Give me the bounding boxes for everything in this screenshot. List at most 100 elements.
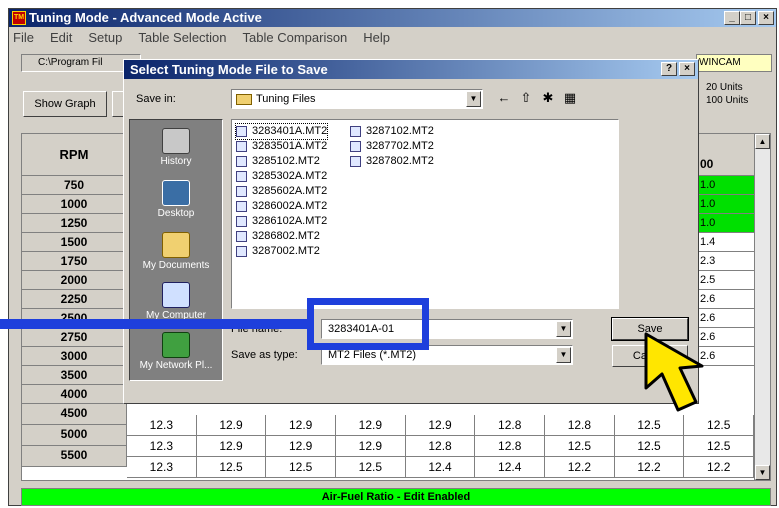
documents-folder-icon <box>162 232 190 258</box>
place-history[interactable]: History <box>130 128 222 167</box>
table-cell[interactable]: 12.9 <box>336 415 406 435</box>
file-icon <box>350 156 361 167</box>
table-cell[interactable]: 12.3 <box>127 436 197 456</box>
rpm-header: RPM <box>22 134 127 176</box>
view-menu-icon[interactable]: ▦ <box>562 90 578 106</box>
table-cell[interactable]: 1.4 <box>696 233 754 252</box>
file-item[interactable]: 3283401A.MT2 <box>234 123 329 140</box>
table-cell[interactable]: 2.5 <box>696 271 754 290</box>
table-cell[interactable]: 1.0 <box>696 195 754 214</box>
place-my-computer[interactable]: My Computer <box>130 282 222 321</box>
table-cell[interactable]: 2.6 <box>696 290 754 309</box>
rpm-cell: 2250 <box>22 290 127 309</box>
file-icon <box>236 201 247 212</box>
rpm-cell: 3500 <box>22 366 127 385</box>
table-cell[interactable]: 12.5 <box>545 436 615 456</box>
arrow-pointer-icon <box>644 332 704 412</box>
close-button[interactable]: × <box>758 11 774 25</box>
table-cell[interactable]: 12.9 <box>197 415 267 435</box>
scroll-up-icon[interactable]: ▲ <box>755 134 770 149</box>
dialog-close-button[interactable]: × <box>679 62 695 76</box>
units-line-1: 20 Units <box>706 82 743 93</box>
file-item[interactable]: 3287802.MT2 <box>350 154 434 169</box>
history-icon <box>162 128 190 154</box>
back-arrow-icon[interactable]: ← <box>496 90 512 106</box>
table-cell[interactable]: 12.9 <box>197 436 267 456</box>
minimize-button[interactable]: _ <box>724 11 740 25</box>
table-cell[interactable]: 12.2 <box>684 457 755 477</box>
chevron-down-icon[interactable]: ▼ <box>556 321 571 337</box>
file-item[interactable]: 3285602A.MT2 <box>236 184 327 199</box>
file-item[interactable]: 3283501A.MT2 <box>236 139 327 154</box>
vertical-scrollbar[interactable]: ▲ ▼ <box>754 134 770 480</box>
rpm-cell: 3000 <box>22 347 127 366</box>
save-type-value: MT2 Files (*.MT2) <box>328 349 416 361</box>
window-title: Tuning Mode - Advanced Mode Active <box>29 10 262 25</box>
scroll-down-icon[interactable]: ▼ <box>755 465 770 480</box>
file-item[interactable]: 3286002A.MT2 <box>236 199 327 214</box>
dialog-title: Select Tuning Mode File to Save <box>130 62 328 77</box>
table-cell[interactable]: 12.8 <box>475 415 546 435</box>
file-item[interactable]: 3286802.MT2 <box>236 229 320 244</box>
show-graph-button[interactable]: Show Graph <box>23 91 107 117</box>
table-cell[interactable]: 12.8 <box>475 436 546 456</box>
status-bar: Air-Fuel Ratio - Edit Enabled <box>21 488 771 506</box>
save-in-value: Tuning Files <box>256 93 316 105</box>
callout-highlight-box <box>307 298 429 350</box>
file-icon <box>236 141 247 152</box>
table-cell[interactable]: 12.9 <box>336 436 406 456</box>
file-list[interactable]: 3283401A.MT2 3283501A.MT2 3285102.MT2 32… <box>231 119 619 309</box>
file-icon <box>236 246 247 257</box>
table-cell[interactable]: 12.5 <box>684 436 755 456</box>
menu-table-comparison[interactable]: Table Comparison <box>243 30 348 45</box>
table-cell[interactable]: 12.9 <box>266 415 337 435</box>
save-in-dropdown[interactable]: Tuning Files ▼ <box>231 89 483 109</box>
menu-bar: File Edit Setup Table Selection Table Co… <box>9 27 776 47</box>
table-cell[interactable]: 12.8 <box>406 436 476 456</box>
table-cell[interactable]: 2.3 <box>696 252 754 271</box>
chevron-down-icon[interactable]: ▼ <box>556 347 571 363</box>
folder-icon <box>236 94 252 105</box>
file-icon <box>236 171 247 182</box>
file-item[interactable]: 3287102.MT2 <box>350 124 434 139</box>
table-cell[interactable]: 12.5 <box>615 436 685 456</box>
table-cell[interactable]: 12.8 <box>545 415 615 435</box>
table-cell[interactable]: 12.4 <box>475 457 546 477</box>
place-desktop[interactable]: Desktop <box>130 180 222 219</box>
table-cell[interactable]: 12.5 <box>266 457 337 477</box>
table-cell[interactable]: 12.3 <box>127 457 197 477</box>
up-folder-icon[interactable]: ⇧ <box>518 90 534 106</box>
file-item[interactable]: 3286102A.MT2 <box>236 214 327 229</box>
table-cell[interactable]: 12.3 <box>127 415 197 435</box>
table-cell[interactable]: 1.0 <box>696 176 754 195</box>
help-button[interactable]: ? <box>661 62 677 76</box>
table-cell[interactable]: 12.9 <box>406 415 476 435</box>
table-cell[interactable]: 12.4 <box>406 457 476 477</box>
table-cell[interactable]: 12.9 <box>266 436 337 456</box>
right-column-header: 00 <box>696 134 754 176</box>
menu-setup[interactable]: Setup <box>88 30 122 45</box>
rpm-cell: 4000 <box>22 385 127 404</box>
new-folder-icon[interactable]: ✱ <box>540 90 556 106</box>
file-item[interactable]: 3285102.MT2 <box>236 154 320 169</box>
file-item[interactable]: 3285302A.MT2 <box>236 169 327 184</box>
place-my-documents[interactable]: My Documents <box>130 232 222 271</box>
table-cell[interactable]: 12.2 <box>545 457 615 477</box>
chevron-down-icon[interactable]: ▼ <box>466 91 481 107</box>
table-cell[interactable]: 2.6 <box>696 309 754 328</box>
menu-table-selection[interactable]: Table Selection <box>138 30 226 45</box>
file-item[interactable]: 3287702.MT2 <box>350 139 434 154</box>
callout-line <box>0 319 307 329</box>
table-cell[interactable]: 12.5 <box>197 457 267 477</box>
file-item[interactable]: 3287002.MT2 <box>236 244 320 259</box>
table-cell[interactable]: 12.2 <box>615 457 685 477</box>
menu-edit[interactable]: Edit <box>50 30 72 45</box>
file-icon <box>236 216 247 227</box>
table-cell[interactable]: 12.5 <box>336 457 406 477</box>
maximize-button[interactable]: □ <box>740 11 756 25</box>
table-cell[interactable]: 1.0 <box>696 214 754 233</box>
network-icon <box>162 332 190 358</box>
place-network[interactable]: My Network Pl... <box>130 332 222 371</box>
menu-file[interactable]: File <box>13 30 34 45</box>
menu-help[interactable]: Help <box>363 30 390 45</box>
